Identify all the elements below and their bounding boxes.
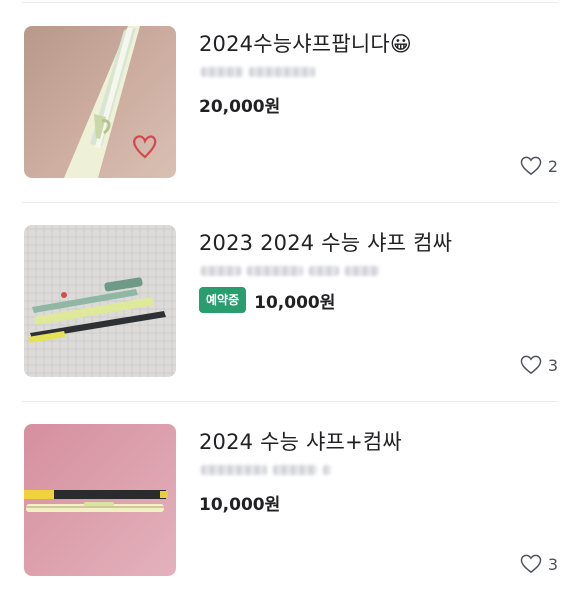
- product-title[interactable]: 2024 수능 샤프+컴싸: [199, 426, 402, 456]
- list-item[interactable]: 2023 2024 수능 샤프 컴싸 예약중 10,000원 3: [0, 225, 580, 385]
- product-thumbnail[interactable]: [24, 225, 176, 377]
- heart-icon: [520, 355, 542, 375]
- price-row: 예약중 10,000원: [199, 287, 335, 313]
- location-time-blurred: [201, 462, 331, 478]
- price-row: 20,000원: [199, 92, 280, 117]
- product-price: 10,000원: [254, 292, 336, 313]
- pens-photo-icon: [24, 424, 176, 576]
- pen-photo-icon: [24, 26, 176, 178]
- price-row: 10,000원: [199, 490, 280, 515]
- list-item[interactable]: 2024수능샤프팝니다😀 20,000원 2: [0, 26, 580, 186]
- like-count-value: 2: [547, 156, 558, 176]
- heart-icon: [520, 554, 542, 574]
- product-price: 20,000원: [199, 97, 281, 117]
- product-price: 10,000원: [199, 495, 281, 515]
- divider: [22, 401, 558, 402]
- product-thumbnail[interactable]: [24, 424, 176, 576]
- like-count-value: 3: [547, 355, 558, 375]
- divider: [22, 202, 558, 203]
- like-count: 3: [520, 355, 558, 375]
- pens-photo-icon: [24, 225, 176, 377]
- like-count-value: 3: [547, 554, 558, 574]
- reserved-badge: 예약중: [199, 287, 247, 313]
- divider: [22, 2, 558, 3]
- location-time-blurred: [201, 263, 379, 279]
- product-list: 2024수능샤프팝니다😀 20,000원 2 2023 2024 수능 샤프 컴…: [0, 0, 580, 598]
- like-count: 2: [520, 156, 558, 176]
- like-count: 3: [520, 554, 558, 574]
- product-thumbnail[interactable]: [24, 26, 176, 178]
- heart-icon: [520, 156, 542, 176]
- list-item[interactable]: 2024 수능 샤프+컴싸 10,000원 3: [0, 424, 580, 584]
- product-title[interactable]: 2023 2024 수능 샤프 컴싸: [199, 227, 452, 257]
- product-title[interactable]: 2024수능샤프팝니다😀: [199, 28, 412, 58]
- location-time-blurred: [201, 64, 315, 80]
